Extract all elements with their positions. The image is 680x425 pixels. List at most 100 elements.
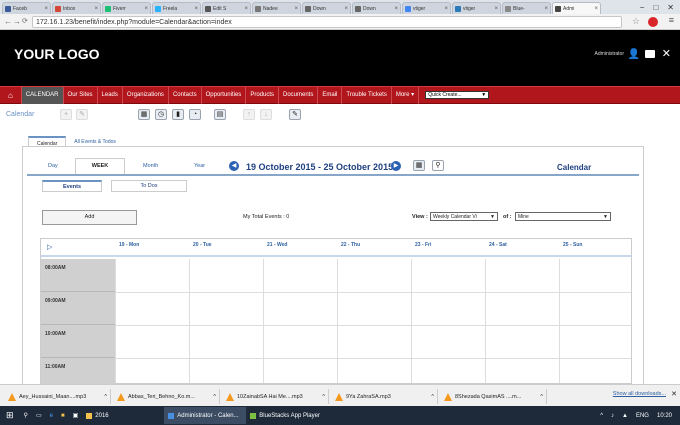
close-tab-icon[interactable]: ×	[144, 6, 148, 12]
prev-week-icon[interactable]: ◀	[229, 161, 239, 171]
next-week-icon[interactable]: ▶	[391, 161, 401, 171]
chevron-up-icon[interactable]: ^	[322, 394, 328, 400]
close-downloads-icon[interactable]: ✕	[671, 390, 677, 398]
close-tab-icon[interactable]: ×	[444, 6, 448, 12]
edit-icon[interactable]: ✎	[76, 109, 88, 120]
language[interactable]: ENG	[636, 413, 649, 419]
volume-icon[interactable]: ♪	[611, 413, 614, 419]
close-tab-icon[interactable]: ×	[294, 6, 298, 12]
taskbar-app[interactable]: BlueStacks App Player	[246, 407, 328, 424]
home-icon[interactable]: ⌂	[0, 86, 22, 104]
browser-tab[interactable]: Fiverr ×	[102, 2, 151, 14]
view-year[interactable]: Year	[194, 163, 205, 169]
calculator-icon[interactable]: ▤	[214, 109, 226, 120]
nav-item[interactable]: Contacts	[169, 86, 202, 104]
chevron-up-icon[interactable]: ^	[213, 394, 219, 400]
import-icon[interactable]: ↑	[243, 109, 255, 120]
chat-bubble-icon[interactable]: ◔	[189, 109, 201, 120]
browser-tab[interactable]: Freela ×	[152, 2, 201, 14]
store-icon[interactable]: ▣	[69, 407, 83, 424]
calendar-icon[interactable]: ▦	[138, 109, 150, 120]
close-tab-icon[interactable]: ×	[594, 6, 598, 12]
settings-icon[interactable]: ✎	[289, 109, 301, 120]
minimize-icon[interactable]: −	[640, 3, 645, 12]
nav-item[interactable]: Email	[318, 86, 343, 104]
view-month[interactable]: Month	[143, 163, 158, 169]
download-item[interactable]: 10ZainabSA Hai Me....mp3 ^	[222, 389, 329, 404]
url-input[interactable]: 172.16.1.23/benefit/index.php?module=Cal…	[32, 16, 622, 28]
chevron-up-icon[interactable]: ^	[431, 394, 437, 400]
user-name[interactable]: Administrator	[595, 51, 624, 57]
browser-tab[interactable]: Admi ×	[552, 2, 601, 14]
nav-item[interactable]: Trouble Tickets	[342, 86, 392, 104]
close-window-icon[interactable]: ✕	[667, 3, 674, 12]
chat-icon[interactable]	[645, 50, 655, 58]
tools-icon[interactable]: ✕	[662, 47, 671, 60]
nav-item[interactable]: Opportunities	[202, 86, 247, 104]
browser-tab[interactable]: vtiger ×	[402, 2, 451, 14]
close-tab-icon[interactable]: ×	[494, 6, 498, 12]
view-week[interactable]: WEEK	[75, 158, 125, 174]
breadcrumb[interactable]: Calendar	[6, 111, 34, 118]
user-icon[interactable]: 👤	[628, 49, 640, 60]
nav-item[interactable]: Organizations	[123, 86, 169, 104]
close-tab-icon[interactable]: ×	[194, 6, 198, 12]
add-button[interactable]: Add	[42, 210, 137, 225]
chevron-up-icon[interactable]: ^	[104, 394, 110, 400]
search-icon[interactable]: ⚲	[432, 160, 444, 171]
folder-icon[interactable]: ■	[57, 407, 69, 424]
chevron-up-icon[interactable]: ^	[600, 413, 603, 419]
contacts-icon[interactable]: ▮	[172, 109, 184, 120]
date-picker-icon[interactable]: ▦	[413, 160, 425, 171]
browser-tab[interactable]: Nadee ×	[252, 2, 301, 14]
browser-tab[interactable]: Faceb ×	[2, 2, 51, 14]
close-tab-icon[interactable]: ×	[544, 6, 548, 12]
show-all-downloads[interactable]: Show all downloads...	[613, 391, 666, 397]
quick-create-select[interactable]: Quick Create... ▼	[425, 91, 490, 99]
browser-tab[interactable]: Down ×	[352, 2, 401, 14]
nav-item[interactable]: CALENDAR	[21, 86, 64, 104]
download-item[interactable]: Abbas_Teri_Behno_Ko.m... ^	[113, 389, 220, 404]
edge-icon[interactable]: e	[46, 407, 57, 424]
of-select[interactable]: Mine ▼	[515, 212, 611, 221]
star-icon[interactable]: ☆	[632, 16, 640, 27]
browser-tab[interactable]: vtiger ×	[452, 2, 501, 14]
maximize-icon[interactable]: □	[653, 3, 658, 12]
menu-icon[interactable]: ≡	[669, 15, 674, 25]
browser-tab[interactable]: Down ×	[302, 2, 351, 14]
clock-icon[interactable]: ◷	[155, 109, 167, 120]
close-tab-icon[interactable]: ×	[344, 6, 348, 12]
nav-item[interactable]: More ▾	[392, 86, 420, 104]
close-tab-icon[interactable]: ×	[44, 6, 48, 12]
network-icon[interactable]: ▲	[622, 413, 628, 419]
back-icon[interactable]: ←	[4, 17, 12, 26]
nav-item[interactable]: Documents	[279, 86, 319, 104]
download-item[interactable]: 8Shezada QasimAS ....m... ^	[440, 389, 547, 404]
close-tab-icon[interactable]: ×	[94, 6, 98, 12]
nav-item[interactable]: Leads	[98, 86, 123, 104]
close-tab-icon[interactable]: ×	[394, 6, 398, 12]
forward-icon[interactable]: →	[13, 17, 21, 26]
search-taskbar-icon[interactable]: ⚲	[20, 407, 32, 424]
expand-icon[interactable]: ▷	[47, 243, 52, 251]
download-item[interactable]: Aey_Hussaini_Maan....mp3 ^	[4, 389, 111, 404]
windows-start-icon[interactable]: ⊞	[0, 407, 20, 424]
chevron-up-icon[interactable]: ^	[540, 394, 546, 400]
subtab-todos[interactable]: To Dos	[111, 180, 187, 192]
task-view-icon[interactable]: ▭	[32, 407, 46, 424]
view-day[interactable]: Day	[48, 163, 58, 169]
browser-tab[interactable]: Inbox ×	[52, 2, 101, 14]
clock[interactable]: 10:20	[657, 413, 672, 419]
reload-icon[interactable]: ⟳	[22, 17, 28, 25]
close-tab-icon[interactable]: ×	[244, 6, 248, 12]
nav-item[interactable]: Our Sites	[64, 86, 98, 104]
taskbar-app[interactable]: Administrator - Calen...	[164, 407, 247, 424]
subtab-events[interactable]: Events	[42, 180, 102, 192]
browser-tab[interactable]: Edit S ×	[202, 2, 251, 14]
view-select[interactable]: Weekly Calendar Vi ▼	[430, 212, 498, 221]
browser-tab[interactable]: Blue- ×	[502, 2, 551, 14]
export-icon[interactable]: ↓	[260, 109, 272, 120]
taskbar-app[interactable]: 2016	[82, 407, 164, 424]
adblock-icon[interactable]	[648, 17, 658, 27]
add-icon[interactable]: +	[60, 109, 72, 120]
